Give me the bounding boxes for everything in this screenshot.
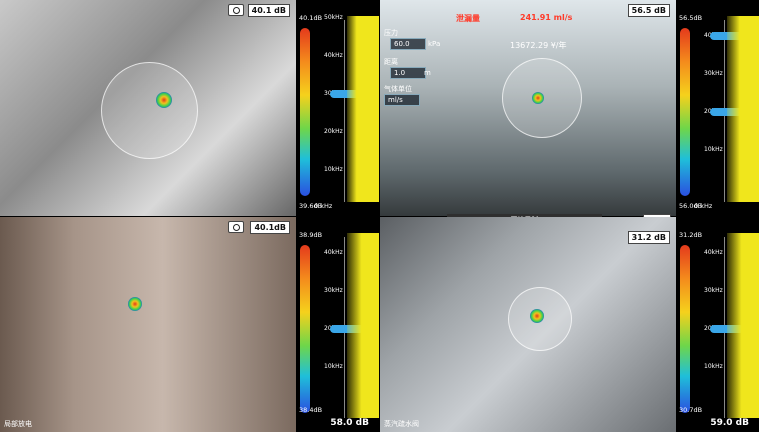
spectrum-panel: 40.1dB 50kHz 40kHz 30kHz 20kHz 10kHz 39.…	[296, 0, 379, 216]
sound-source-hotspot	[532, 92, 544, 104]
spectrum-graph	[727, 233, 759, 418]
camera-image	[0, 217, 296, 432]
mode-label: 蒸汽疏水阀	[384, 420, 419, 428]
camera-view-top-right: 泄漏量 241.91 ml/s 13672.29 ¥/年 压力 60.0 kPa…	[380, 0, 676, 216]
tick-label: 40kHz	[324, 249, 343, 256]
tick-label: 10kHz	[324, 166, 343, 173]
camera-icon[interactable]	[228, 221, 244, 233]
tick-label: 40kHz	[704, 249, 723, 256]
tick-label: 50kHz	[324, 14, 343, 21]
color-scale-bar	[680, 245, 690, 413]
db-readout: 40.1 dB	[247, 4, 290, 17]
quad-view: 40.1 dB 40.1dB 50kHz 40kHz 30kHz 20kHz 1…	[0, 0, 759, 432]
spectrum-panel: 56.5dB 40kHz 30kHz 20kHz 10kHz 56.0dB 0 …	[676, 0, 759, 216]
panel-top-right: 泄漏量 241.91 ml/s 13672.29 ¥/年 压力 60.0 kPa…	[380, 0, 759, 216]
tick-label: 30kHz	[704, 287, 723, 294]
spectrum-zero-label: 0 kHz	[694, 202, 713, 210]
leak-rate-value: 241.91 ml/s	[520, 13, 573, 22]
pressure-label: 压力	[384, 29, 398, 37]
tick-label: 30kHz	[704, 70, 723, 77]
spectrum-panel: 31.2dB 40kHz 30kHz 20kHz 10kHz 30.7dB 59…	[676, 217, 759, 432]
tick-label: 20kHz	[324, 128, 343, 135]
leak-alarm-label: 泄漏量	[456, 14, 480, 23]
tick-label: 10kHz	[324, 363, 343, 370]
spectrum-panel: 38.9dB 40kHz 30kHz 20kHz 10kHz 38.4dB 58…	[296, 217, 379, 432]
spectrum-graph	[347, 233, 379, 418]
camera-icon[interactable]	[228, 4, 244, 16]
db-readout: 40.1dB	[250, 221, 290, 234]
gas-unit-select[interactable]: ml/s	[384, 94, 420, 106]
camera-view-bottom-right: 31.2 dB 蒸汽疏水阀	[380, 217, 676, 432]
color-scale-bar	[680, 28, 690, 196]
spectrum-top-db: 56.5dB	[679, 14, 703, 22]
camera-view-top-left: 40.1 dB	[0, 0, 296, 216]
tick-label: 40kHz	[324, 52, 343, 59]
spectrum-top-db: 40.1dB	[299, 14, 323, 22]
panel-bottom-right: 31.2 dB 蒸汽疏水阀 31.2dB 40kHz 30kHz 20kHz 1…	[380, 217, 759, 432]
distance-input[interactable]: 1.0	[390, 67, 426, 79]
spectrum-axis	[344, 20, 345, 202]
spectrum-bottom-db: 38.4dB	[299, 406, 323, 414]
sound-source-hotspot	[530, 309, 544, 323]
spectrum-graph	[727, 16, 759, 202]
tick-label: 10kHz	[704, 363, 723, 370]
spectrum-top-db: 38.9dB	[299, 231, 323, 239]
panel-bottom-left: 40.1dB 局部放电 38.9dB 40kHz 30kHz 20kHz 10k…	[0, 217, 379, 432]
big-db-readout: 58.0 dB	[330, 418, 369, 428]
mode-label: 局部放电	[4, 420, 32, 428]
gas-unit-label: 气体单位	[384, 85, 412, 93]
tick-label: 10kHz	[704, 146, 723, 153]
annual-cost: 13672.29 ¥/年	[510, 41, 567, 50]
tick-label: 30kHz	[324, 287, 343, 294]
pressure-input[interactable]: 60.0	[390, 38, 426, 50]
sound-source-hotspot	[128, 297, 142, 311]
big-db-readout: 59.0 dB	[710, 418, 749, 428]
db-readout: 56.5 dB	[627, 4, 670, 17]
distance-label: 距离	[384, 58, 398, 66]
spectrum-zero-label: 0 kHz	[314, 202, 333, 210]
db-readout: 31.2 dB	[627, 231, 670, 244]
spectrum-top-db: 31.2dB	[679, 231, 703, 239]
panel-top-left: 40.1 dB 40.1dB 50kHz 40kHz 30kHz 20kHz 1…	[0, 0, 379, 216]
color-scale-bar	[300, 245, 310, 413]
spectrum-bottom-db: 30.7dB	[679, 406, 703, 414]
spectrum-graph	[347, 16, 379, 202]
color-scale-bar	[300, 28, 310, 196]
distance-unit: m	[424, 69, 431, 77]
pressure-unit-select[interactable]: kPa	[428, 40, 440, 48]
focus-circle	[101, 62, 198, 159]
sound-source-hotspot	[156, 92, 172, 108]
camera-view-bottom-left: 40.1dB 局部放电	[0, 217, 296, 432]
